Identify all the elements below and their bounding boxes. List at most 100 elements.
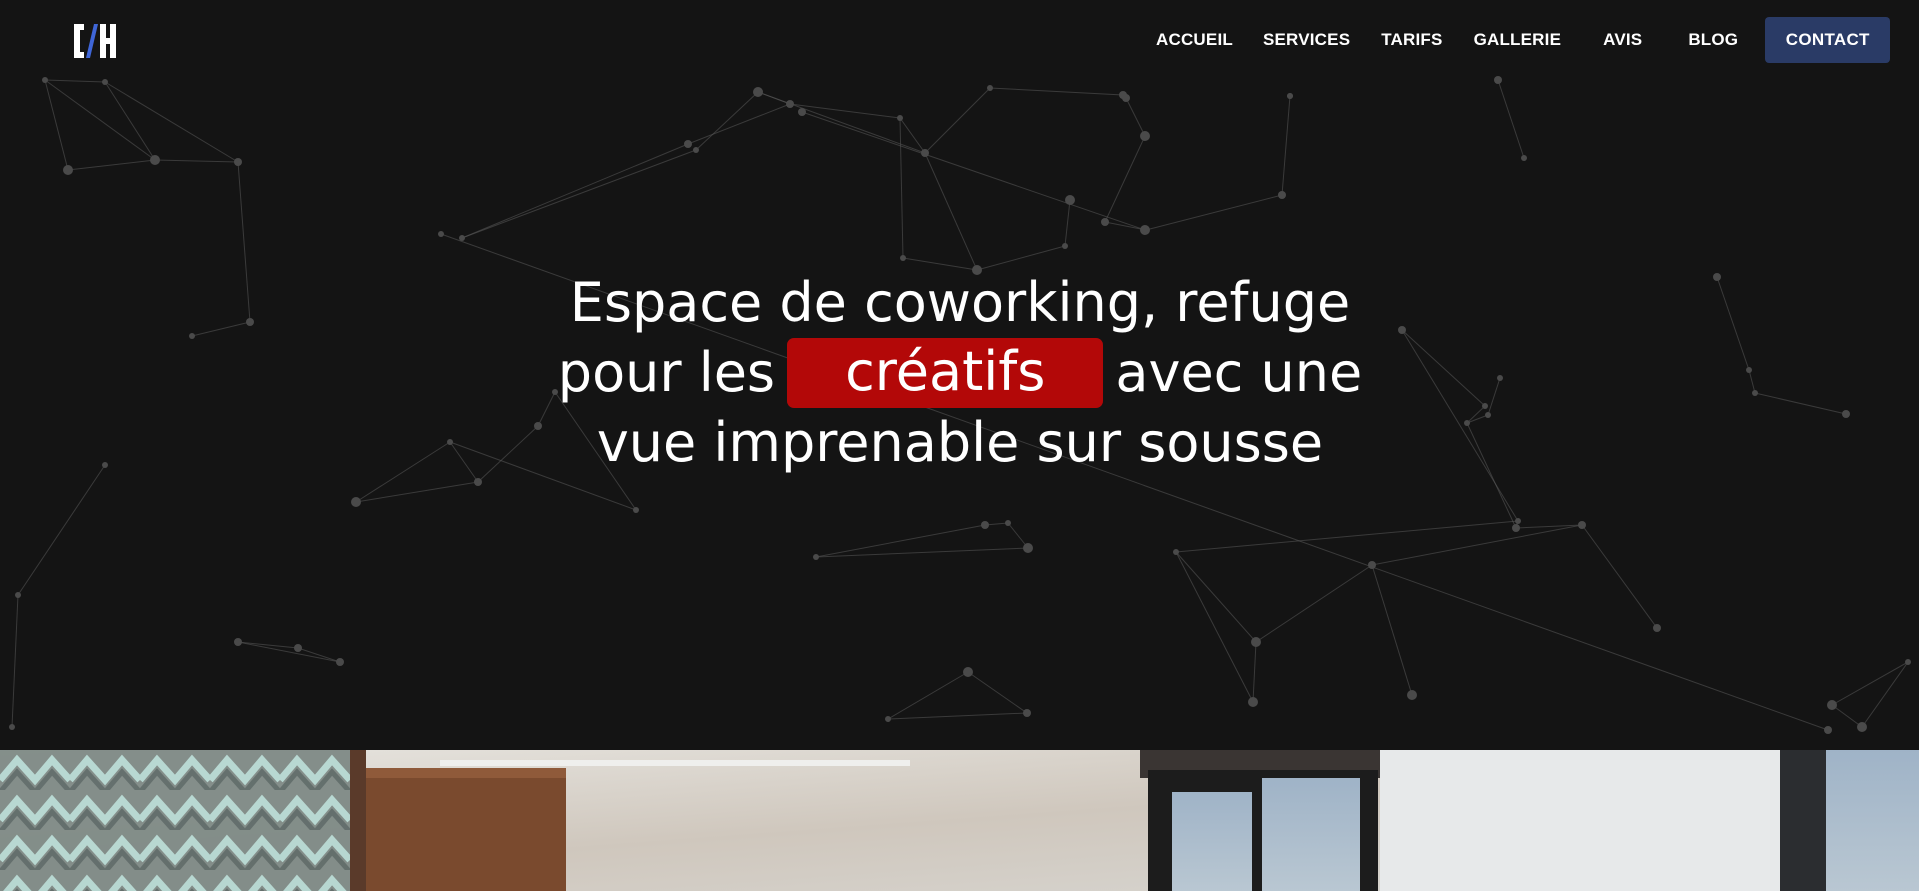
network-node (9, 724, 15, 730)
nav-menu: ACCUEIL SERVICES TARIFS GALLERIE AVIS BL… (1140, 17, 1891, 63)
network-node (786, 100, 794, 108)
network-node (921, 149, 929, 157)
network-edge (1581, 524, 1658, 629)
network-edge (1175, 551, 1257, 643)
network-node (1653, 624, 1661, 632)
network-node (798, 108, 806, 116)
network-node (1482, 403, 1488, 409)
network-edge (1831, 704, 1863, 728)
network-node (1464, 420, 1470, 426)
network-node (885, 716, 891, 722)
network-edge (1175, 551, 1254, 703)
network-edge (1064, 199, 1071, 247)
network-edge (1497, 79, 1525, 159)
hero-section: ACCUEIL SERVICES TARIFS GALLERIE AVIS BL… (0, 0, 1919, 750)
network-node (1713, 273, 1721, 281)
network-node (1065, 195, 1075, 205)
network-edge (695, 91, 759, 151)
network-edge (355, 481, 479, 503)
nav-item-services[interactable]: SERVICES (1263, 30, 1350, 50)
network-edge (237, 641, 341, 663)
network-node (474, 478, 482, 486)
network-node (336, 658, 344, 666)
network-node (102, 462, 108, 468)
network-node (234, 158, 242, 166)
network-edge (1861, 661, 1909, 728)
network-edge (104, 81, 156, 161)
network-edge (237, 641, 299, 649)
network-edge (44, 79, 106, 83)
network-edge (1831, 661, 1909, 706)
network-node (1497, 375, 1503, 381)
navbar: ACCUEIL SERVICES TARIFS GALLERIE AVIS BL… (0, 0, 1919, 80)
network-edge (1466, 405, 1486, 424)
nav-item-avis[interactable]: AVIS (1603, 30, 1642, 50)
coworking-room-photo (0, 750, 1919, 891)
nav-item-blog[interactable]: BLOG (1688, 30, 1738, 50)
network-edge (44, 79, 156, 161)
network-edge (976, 245, 1066, 271)
network-node (1857, 722, 1867, 732)
network-node (963, 667, 973, 677)
network-edge (461, 143, 689, 239)
network-node (1752, 390, 1758, 396)
network-node (234, 638, 242, 646)
network-node (438, 231, 444, 237)
network-edge (1104, 135, 1146, 223)
network-edge (815, 524, 986, 558)
network-edge (44, 79, 69, 171)
network-edge (1371, 564, 1413, 696)
nav-item-gallerie[interactable]: GALLERIE (1474, 30, 1562, 50)
network-edge (67, 159, 156, 171)
network-node (1824, 726, 1832, 734)
network-node (1173, 549, 1179, 555)
nav-item-accueil[interactable]: ACCUEIL (1156, 30, 1233, 50)
network-edge (1466, 414, 1489, 424)
network-node (1842, 410, 1850, 418)
network-edge (11, 594, 19, 728)
contact-button[interactable]: CONTACT (1765, 17, 1891, 63)
network-node (1140, 131, 1150, 141)
network-edge (815, 547, 1029, 558)
headline-line-2-before: pour les (557, 341, 776, 404)
network-node (900, 255, 906, 261)
network-edge (191, 321, 251, 337)
network-edge (1487, 377, 1501, 416)
network-node (1023, 543, 1033, 553)
network-node (1122, 94, 1130, 102)
network-node (1746, 367, 1752, 373)
network-edge (1145, 194, 1283, 231)
network-node (1062, 243, 1068, 249)
network-node (897, 115, 903, 121)
network-node (1101, 218, 1109, 226)
network-edge (801, 111, 1146, 231)
network-node (294, 644, 302, 652)
logo-icon[interactable] (70, 18, 120, 64)
network-edge (887, 671, 969, 720)
network-node (63, 165, 73, 175)
network-node (459, 235, 465, 241)
network-node (189, 333, 195, 339)
network-edge (1255, 564, 1373, 643)
network-node (813, 554, 819, 560)
nav-item-tarifs[interactable]: TARIFS (1381, 30, 1442, 50)
network-node (150, 155, 160, 165)
network-node (1827, 700, 1837, 710)
network-edge (967, 671, 1028, 714)
network-node (1407, 690, 1417, 700)
network-edge (17, 464, 106, 596)
network-node (1251, 637, 1261, 647)
network-node (981, 521, 989, 529)
network-node (1521, 155, 1527, 161)
network-node (15, 592, 21, 598)
network-node (1578, 521, 1586, 529)
network-edge (237, 161, 251, 323)
headline-line-2: pour les créatifs avec une (460, 338, 1460, 408)
network-node (246, 318, 254, 326)
network-edge (1252, 641, 1257, 703)
network-node (987, 85, 993, 91)
network-edge (1748, 369, 1756, 394)
network-node (1515, 518, 1521, 524)
network-edge (887, 712, 1028, 720)
network-node (753, 87, 763, 97)
